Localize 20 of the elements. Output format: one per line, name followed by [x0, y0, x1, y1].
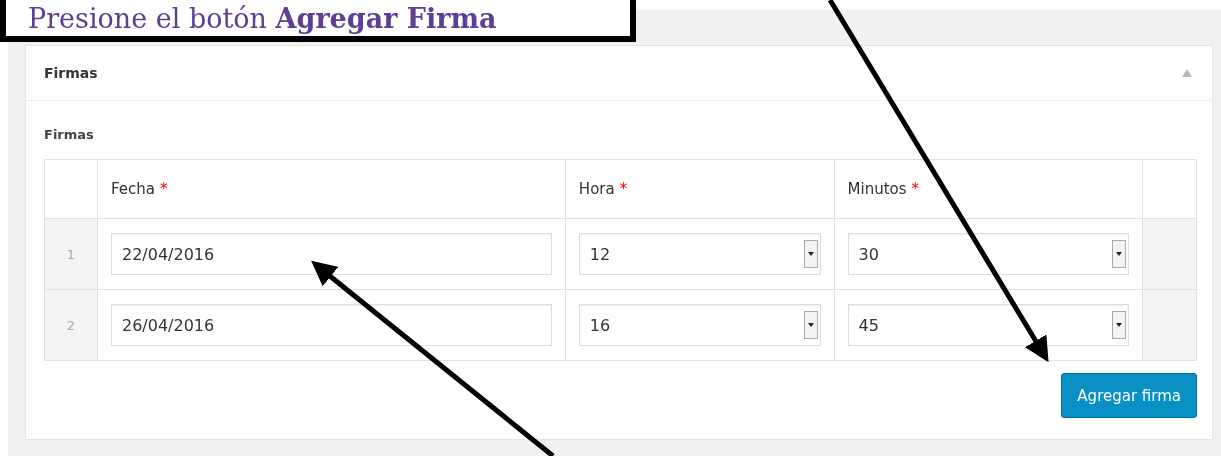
dropdown-icon: [1112, 240, 1126, 268]
dropdown-icon: [1112, 311, 1126, 339]
dropdown-icon: [803, 240, 818, 268]
select-field[interactable]: 16: [578, 304, 821, 346]
date-field[interactable]: 22/04/2016: [111, 233, 552, 275]
select-field[interactable]: 30: [847, 233, 1129, 275]
add-signature-button[interactable]: Agregar firma: [1061, 373, 1197, 418]
row-number: 1: [44, 218, 98, 290]
column-header: Hora *: [565, 159, 835, 219]
collapse-icon[interactable]: [1182, 69, 1192, 77]
column-header: Minutos *: [834, 159, 1143, 219]
column-header: Fecha *: [97, 159, 566, 219]
date-field[interactable]: 26/04/2016: [111, 304, 552, 346]
row-number: 2: [44, 289, 98, 361]
select-field[interactable]: 12: [578, 233, 821, 275]
field-label: Firmas: [44, 127, 95, 142]
dropdown-icon: [803, 311, 818, 339]
callout-text: Presione el botón Agregar Firma: [28, 5, 497, 32]
select-field[interactable]: 45: [847, 304, 1129, 346]
panel-title: Firmas: [44, 65, 98, 81]
